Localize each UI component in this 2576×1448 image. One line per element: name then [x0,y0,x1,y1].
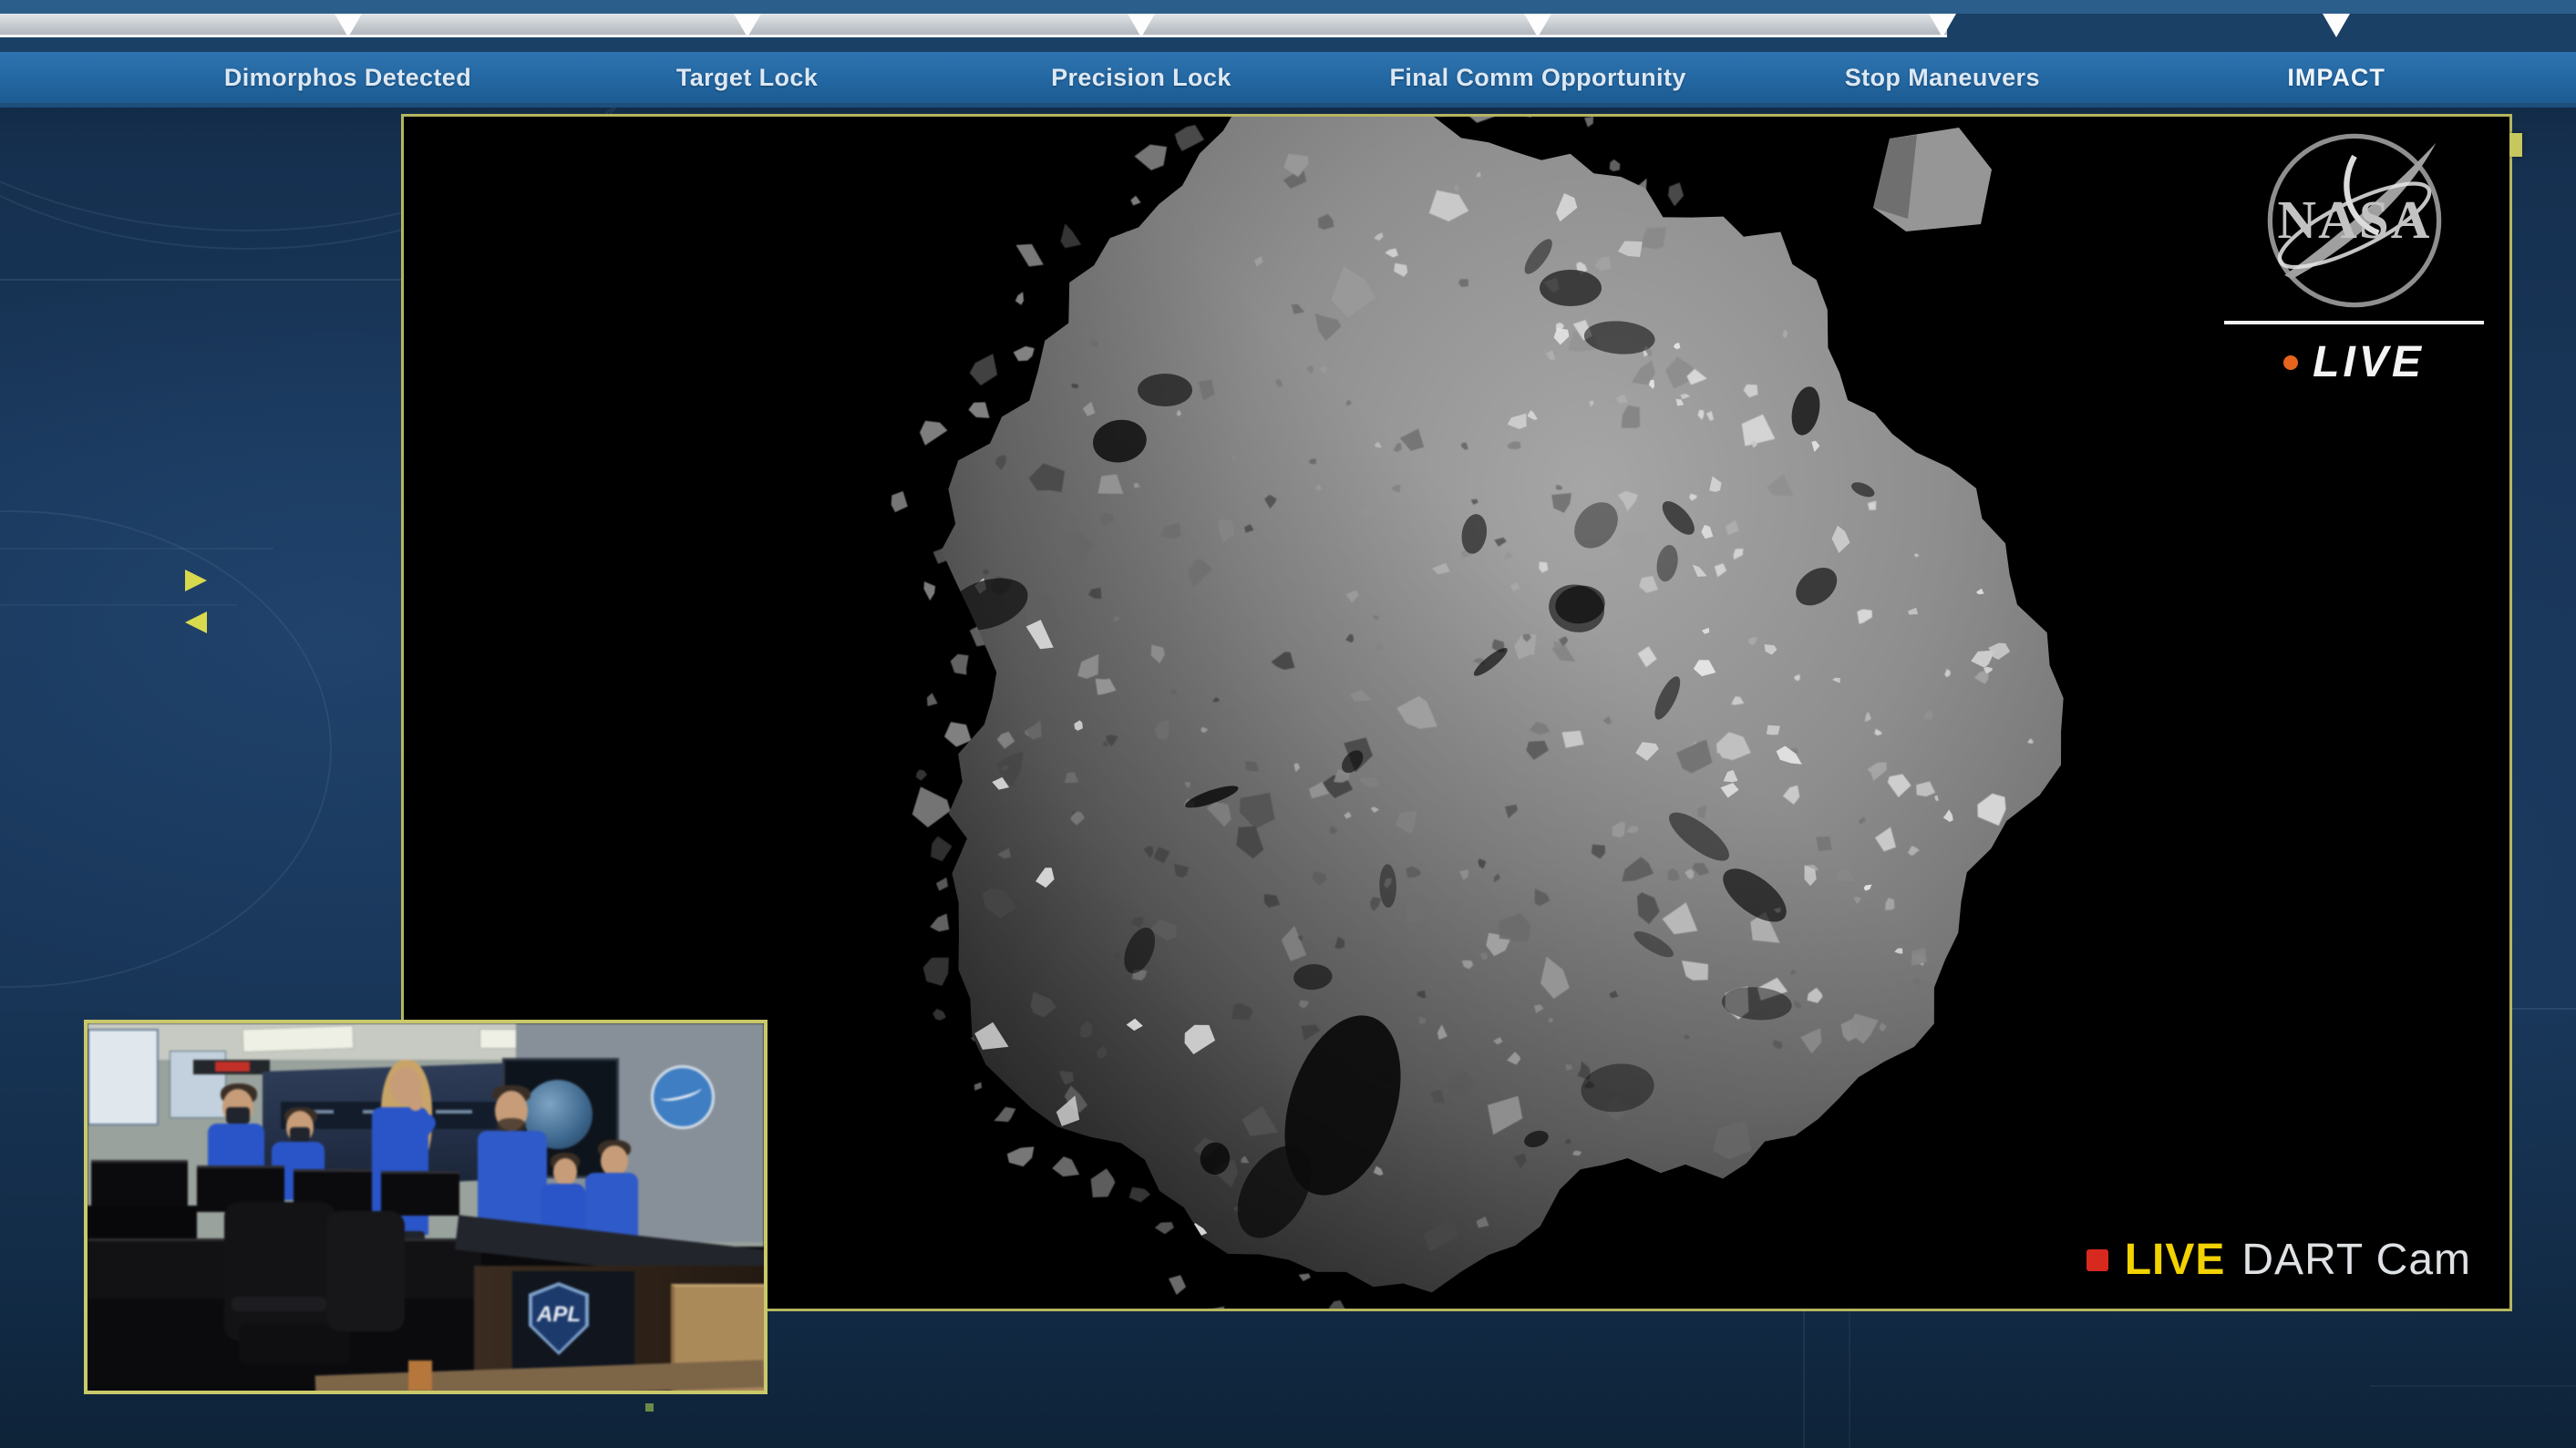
grid-line [1803,1309,1805,1448]
milestone-marker [734,14,761,37]
office-chair [326,1211,405,1331]
milestone-label: Final Comm Opportunity [1389,52,1685,103]
nasa-logo: NASA [2263,129,2446,312]
camera-live-label: LIVE [2125,1235,2226,1285]
marker-arrow-right [185,570,207,591]
grid-line [0,604,237,606]
milestone-label: Target Lock [676,52,818,103]
milestone-marker [1929,14,1956,37]
chair-armrest [232,1297,326,1311]
milestone-marker [1128,14,1155,37]
chair-seat [239,1324,350,1364]
grid-line [0,548,273,549]
mission-timeline: Dimorphos Detected Target Lock Precision L… [0,0,2576,108]
control-room-scene: APL [88,1023,764,1391]
timeline-top-strip [0,0,2576,14]
milestone-marker [2323,14,2350,37]
marker-arrow-left [185,611,207,633]
camera-bug: LIVE DART Cam [2087,1235,2471,1285]
milestone-marker [335,14,362,37]
camera-name-label: DART Cam [2241,1235,2471,1285]
red-sign [215,1062,250,1072]
milestone-label: Stop Maneuvers [1845,52,2040,103]
timeline-progress-bar [0,14,1947,37]
grid-line [2370,1385,2576,1387]
grid-line [2509,1008,2576,1010]
milestone-label: Precision Lock [1051,52,1231,103]
record-dot-icon [2087,1249,2108,1271]
monitor [91,1160,188,1212]
office-chair [224,1202,335,1340]
frame-tab-marker [2509,133,2522,157]
broadcast-stage: Dimorphos Detected Target Lock Precision L… [0,0,2576,1448]
divider-line [2224,321,2484,324]
svg-text:NASA: NASA [2277,190,2431,250]
monitor [381,1171,459,1216]
telemetry-dot [645,1403,654,1412]
milestone-marker [1524,14,1551,37]
timeline-labels: Dimorphos Detected Target Lock Precision L… [0,52,2576,108]
grid-line [1849,1309,1850,1448]
live-dot-icon [2283,355,2298,370]
milestone-label: IMPACT [2287,52,2385,103]
chair-leg [408,1361,432,1391]
grid-line [0,279,401,281]
ceiling-light [242,1025,355,1053]
milestone-label: Dimorphos Detected [224,52,471,103]
nasa-live-bug: NASA LIVE [2224,129,2484,387]
timeline-bar-row [0,14,2576,37]
live-label: LIVE [2313,337,2425,387]
projection-screen [88,1029,159,1125]
pip-mission-control: APL [84,1020,768,1394]
orbit-arc-decoration [0,510,332,988]
